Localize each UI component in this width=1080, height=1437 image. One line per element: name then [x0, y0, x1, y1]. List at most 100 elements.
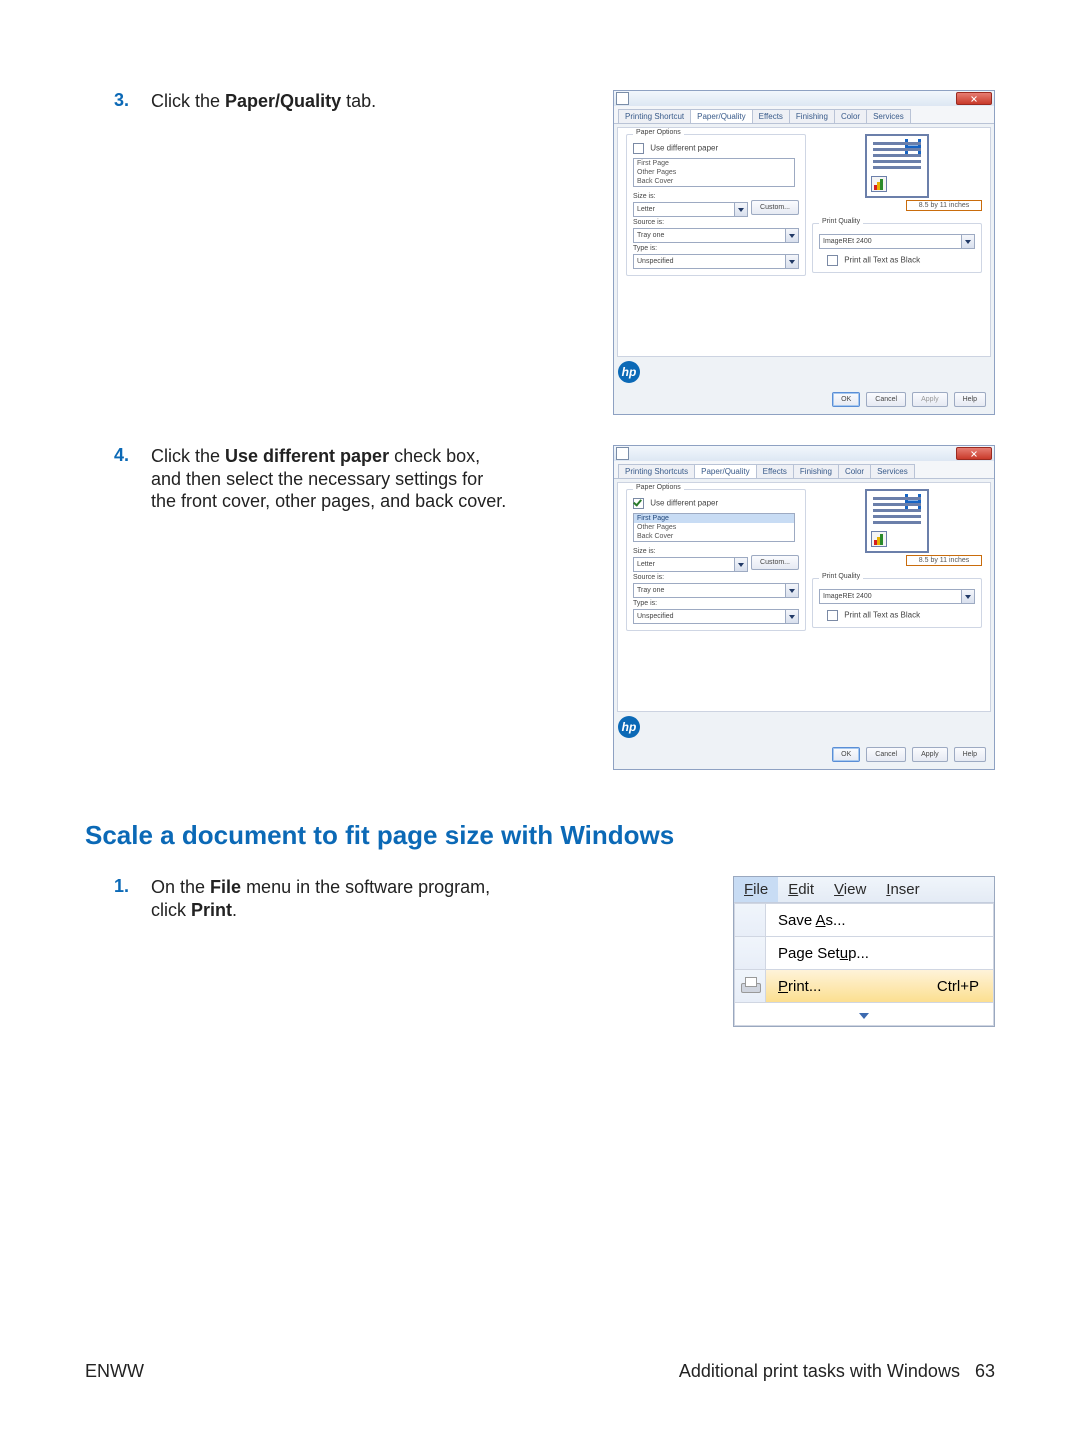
type-label: Type is: — [633, 245, 799, 252]
step-text: On the File menu in the software program… — [151, 876, 531, 921]
step-text: Click the Paper/Quality tab. — [151, 90, 531, 113]
list-item[interactable]: First Page — [634, 514, 794, 523]
tab-strip: Printing Shortcut Paper/Quality Effects … — [614, 106, 994, 124]
cancel-button[interactable]: Cancel — [866, 747, 906, 762]
print-quality-select[interactable]: ImageREt 2400 — [819, 234, 975, 249]
tab-effects[interactable]: Effects — [752, 109, 790, 123]
print-quality-label: Print Quality — [819, 218, 863, 225]
apply-button[interactable]: Apply — [912, 747, 948, 762]
help-button[interactable]: Help — [954, 392, 986, 407]
tab-services[interactable]: Services — [866, 109, 911, 123]
menu-view[interactable]: View — [824, 877, 876, 902]
source-select[interactable]: Tray one — [633, 583, 799, 598]
cancel-button[interactable]: Cancel — [866, 392, 906, 407]
step-number: 1. — [85, 876, 151, 897]
tab-color[interactable]: Color — [838, 464, 871, 478]
pages-listbox[interactable]: First Page Other Pages Back Cover — [633, 158, 795, 187]
menu-shortcut: Ctrl+P — [937, 978, 993, 995]
type-select[interactable]: Unspecified — [633, 254, 799, 269]
menu-expand[interactable] — [734, 1002, 994, 1026]
source-select[interactable]: Tray one — [633, 228, 799, 243]
paper-options-label: Paper Options — [633, 129, 684, 136]
tab-effects[interactable]: Effects — [756, 464, 794, 478]
apply-button[interactable]: Apply — [912, 392, 948, 407]
print-black-label: Print all Text as Black — [844, 611, 920, 620]
step-text: Click the Use different paper check box,… — [151, 445, 531, 513]
step-number: 3. — [85, 90, 151, 111]
pages-listbox[interactable]: First Page Other Pages Back Cover — [633, 513, 795, 542]
print-quality-label: Print Quality — [819, 573, 863, 580]
menu-file[interactable]: File — [734, 877, 778, 902]
paper-options-label: Paper Options — [633, 484, 684, 491]
menu-edit[interactable]: Edit — [778, 877, 824, 902]
tab-services[interactable]: Services — [870, 464, 915, 478]
menu-bar: File Edit View Inser — [734, 877, 994, 903]
size-label: Size is: — [633, 193, 799, 200]
chart-icon — [871, 531, 887, 547]
use-different-paper-label: Use different paper — [650, 144, 718, 153]
window-document-icon — [616, 447, 629, 460]
type-select[interactable]: Unspecified — [633, 609, 799, 624]
hp-logo-icon: hp — [618, 716, 640, 738]
close-icon[interactable] — [956, 447, 992, 460]
section-heading: Scale a document to fit page size with W… — [85, 820, 995, 851]
page-preview — [865, 134, 929, 198]
list-item[interactable]: First Page — [634, 159, 794, 168]
window-document-icon — [616, 92, 629, 105]
print-black-label: Print all Text as Black — [844, 256, 920, 265]
chevron-down-icon — [961, 235, 974, 248]
menu-item-page-setup[interactable]: Page Setup... — [734, 936, 994, 970]
size-select[interactable]: Letter — [633, 557, 748, 572]
tab-printing-shortcut[interactable]: Printing Shortcut — [618, 109, 691, 123]
size-select[interactable]: Letter — [633, 202, 748, 217]
tab-color[interactable]: Color — [834, 109, 867, 123]
print-quality-select[interactable]: ImageREt 2400 — [819, 589, 975, 604]
chart-icon — [871, 176, 887, 192]
printer-icon — [741, 979, 759, 993]
list-item[interactable]: Other Pages — [634, 523, 794, 532]
use-different-paper-checkbox[interactable] — [633, 143, 644, 154]
print-black-checkbox[interactable] — [827, 255, 838, 266]
menu-item-save-as[interactable]: Save As... — [734, 903, 994, 937]
file-menu-mock: File Edit View Inser Save As... Page Set… — [733, 876, 995, 1027]
list-item[interactable]: Back Cover — [634, 532, 794, 541]
menu-item-print[interactable]: Print... Ctrl+P — [734, 969, 994, 1003]
chevron-down-icon — [857, 1008, 871, 1020]
custom-button[interactable]: Custom... — [751, 200, 799, 215]
menu-inser[interactable]: Inser — [876, 877, 929, 902]
tab-paper-quality[interactable]: Paper/Quality — [690, 109, 752, 123]
tab-strip: Printing Shortcuts Paper/Quality Effects… — [614, 461, 994, 479]
use-different-paper-checkbox[interactable] — [633, 498, 644, 509]
tab-printing-shortcuts[interactable]: Printing Shortcuts — [618, 464, 695, 478]
print-black-checkbox[interactable] — [827, 610, 838, 621]
close-icon[interactable] — [956, 92, 992, 105]
help-button[interactable]: Help — [954, 747, 986, 762]
hp-logo-icon: hp — [618, 361, 640, 383]
ok-button[interactable]: OK — [832, 392, 860, 407]
chevron-down-icon — [785, 584, 798, 597]
ok-button[interactable]: OK — [832, 747, 860, 762]
print-dialog-1: Printing Shortcut Paper/Quality Effects … — [613, 90, 995, 415]
tab-finishing[interactable]: Finishing — [793, 464, 839, 478]
chevron-down-icon — [785, 255, 798, 268]
chevron-down-icon — [785, 229, 798, 242]
footer-left: ENWW — [85, 1361, 144, 1382]
chevron-down-icon — [785, 610, 798, 623]
chevron-down-icon — [734, 558, 747, 571]
file-dropdown: Save As... Page Setup... Print... Ctrl+P — [734, 903, 994, 1026]
source-label: Source is: — [633, 219, 799, 226]
tab-finishing[interactable]: Finishing — [789, 109, 835, 123]
tab-paper-quality[interactable]: Paper/Quality — [694, 464, 756, 478]
list-item[interactable]: Other Pages — [634, 168, 794, 177]
type-label: Type is: — [633, 600, 799, 607]
chevron-down-icon — [734, 203, 747, 216]
footer-right: Additional print tasks with Windows 63 — [679, 1361, 995, 1382]
custom-button[interactable]: Custom... — [751, 555, 799, 570]
page-preview — [865, 489, 929, 553]
paper-dimensions: 8.5 by 11 inches — [906, 200, 982, 211]
chevron-down-icon — [961, 590, 974, 603]
size-label: Size is: — [633, 548, 799, 555]
use-different-paper-label: Use different paper — [650, 499, 718, 508]
list-item[interactable]: Back Cover — [634, 177, 794, 186]
print-dialog-2: Printing Shortcuts Paper/Quality Effects… — [613, 445, 995, 770]
